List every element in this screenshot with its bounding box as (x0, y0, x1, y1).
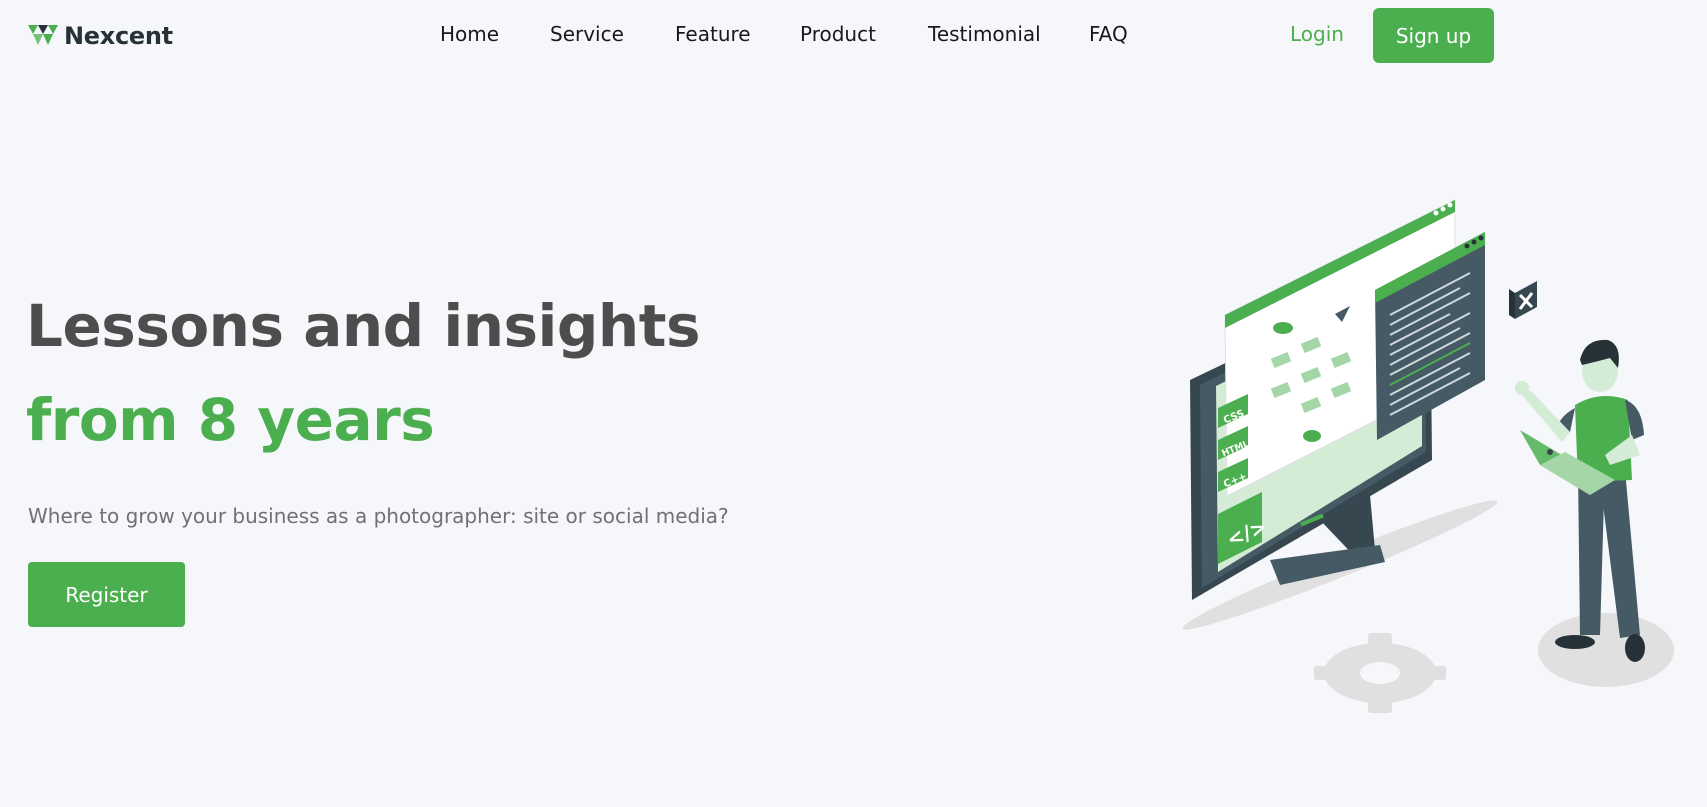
close-icon (1509, 281, 1537, 319)
developer-illustration: CSS HTML C++ </> (1182, 199, 1674, 713)
nexcent-logo-icon (28, 25, 58, 45)
hero-title-line2: from 8 years (26, 386, 435, 454)
nav-product[interactable]: Product (800, 22, 876, 46)
site-header: Nexcent Home Service Feature Product Tes… (0, 0, 1707, 72)
nav-testimonial[interactable]: Testimonial (928, 22, 1041, 46)
brand-logo[interactable]: Nexcent (28, 22, 173, 50)
hero-subtitle: Where to grow your business as a photogr… (28, 504, 729, 528)
gear-icon (1314, 633, 1446, 713)
brand-name: Nexcent (64, 22, 173, 50)
nav-feature[interactable]: Feature (675, 22, 751, 46)
hero-illustration: CSS HTML C++ </> (1170, 190, 1690, 720)
login-link[interactable]: Login (1290, 22, 1344, 46)
landing-page: Nexcent Home Service Feature Product Tes… (0, 0, 1707, 807)
nav-home[interactable]: Home (440, 22, 499, 46)
register-button[interactable]: Register (28, 562, 185, 627)
hero-title-line1: Lessons and insights (26, 292, 700, 360)
nav-faq[interactable]: FAQ (1089, 22, 1128, 46)
nav-service[interactable]: Service (550, 22, 624, 46)
developer-person (1515, 339, 1645, 662)
signup-button[interactable]: Sign up (1373, 8, 1494, 63)
